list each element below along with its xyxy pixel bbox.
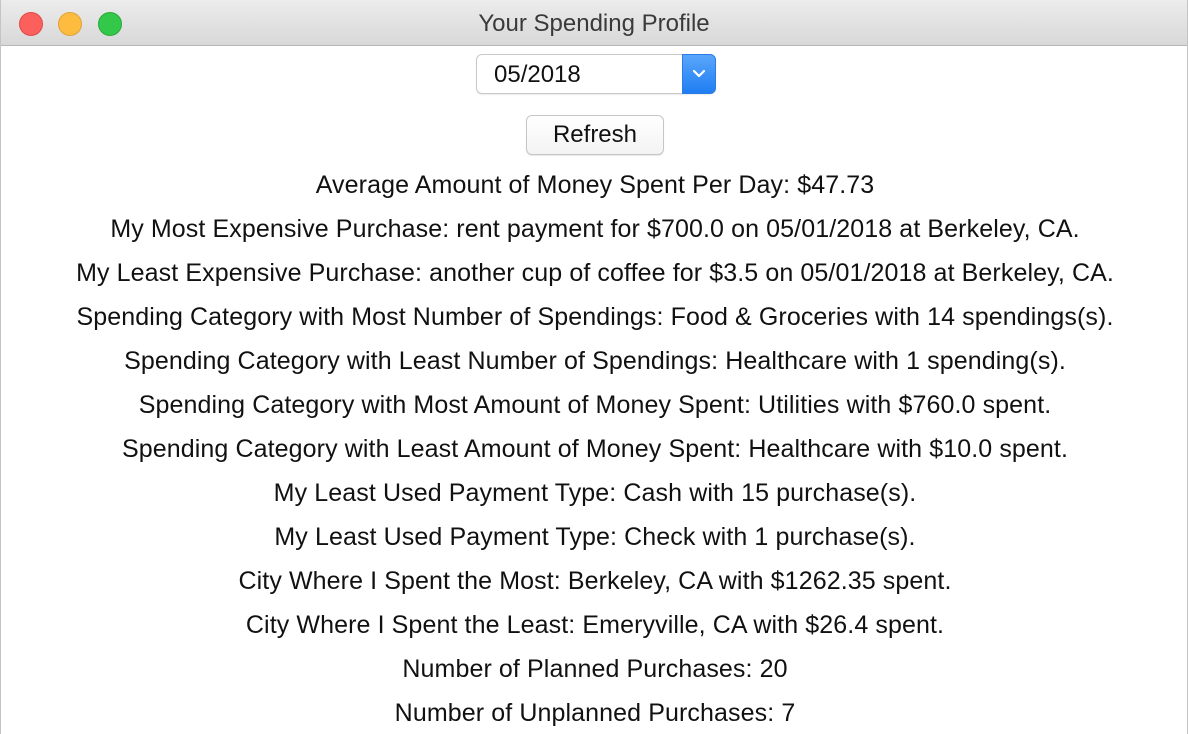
month-select[interactable]: 05/2018 <box>476 54 716 94</box>
month-select-value: 05/2018 <box>494 61 581 88</box>
window-title: Your Spending Profile <box>478 10 710 37</box>
stat-category-least-amount: Spending Category with Least Amount of M… <box>121 435 1069 463</box>
stat-most-expensive-purchase: My Most Expensive Purchase: rent payment… <box>110 215 1080 243</box>
title-bar[interactable]: Your Spending Profile <box>1 0 1187 46</box>
stat-planned-purchases: Number of Planned Purchases: 20 <box>402 655 788 683</box>
stat-average-per-day: Average Amount of Money Spent Per Day: $… <box>315 171 875 199</box>
month-select-toggle[interactable] <box>682 54 716 94</box>
stat-city-most: City Where I Spent the Most: Berkeley, C… <box>238 567 952 595</box>
stat-unplanned-purchases: Number of Unplanned Purchases: 7 <box>394 699 796 727</box>
stats-list: Average Amount of Money Spent Per Day: $… <box>1 163 1187 734</box>
chevron-down-icon <box>692 69 706 78</box>
stat-city-least: City Where I Spent the Least: Emeryville… <box>245 611 945 639</box>
spending-profile-window: Your Spending Profile 05/2018 Refresh Av… <box>0 0 1188 734</box>
stat-category-least-count: Spending Category with Least Number of S… <box>124 347 1066 375</box>
stat-least-expensive-purchase: My Least Expensive Purchase: another cup… <box>76 259 1114 287</box>
stat-payment-type-check: My Least Used Payment Type: Check with 1… <box>274 523 916 551</box>
stat-payment-type-cash: My Least Used Payment Type: Cash with 15… <box>273 479 917 507</box>
stat-category-most-amount: Spending Category with Most Amount of Mo… <box>138 391 1052 419</box>
stat-category-most-count: Spending Category with Most Number of Sp… <box>76 303 1114 331</box>
refresh-button[interactable]: Refresh <box>526 115 664 155</box>
